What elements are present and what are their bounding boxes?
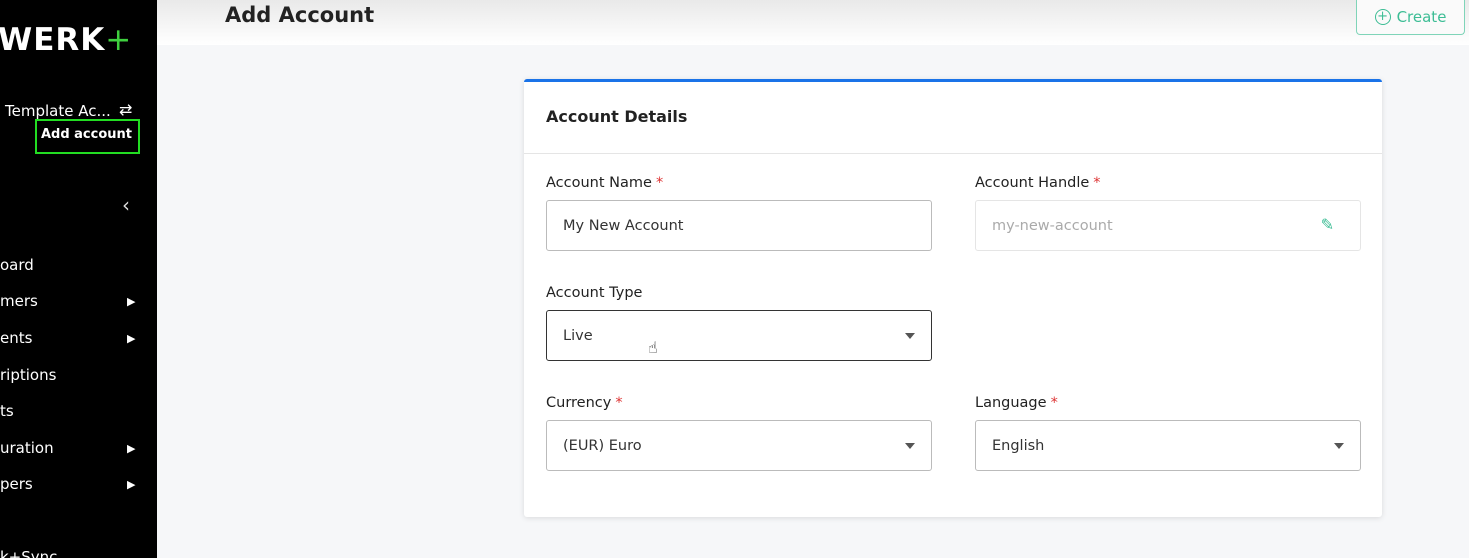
add-account-link[interactable]: Add account [35,119,140,154]
collapse-chevron-icon[interactable]: ‹ [122,193,130,217]
sidebar-item-reports[interactable]: ts [0,402,14,420]
caret-right-icon: ▶ [127,442,136,455]
sidebar-item-dashboard[interactable]: oard [0,256,34,274]
account-type-select[interactable]: Live [546,310,932,361]
page-header: Add Account + Create [157,0,1469,45]
account-switcher-name[interactable]: Template Ac... [5,102,111,120]
account-name-label: Account Name * [546,175,664,191]
caret-right-icon: ▶ [127,295,136,308]
account-handle-label: Account Handle * [975,175,1101,191]
plus-circle-icon: + [1374,9,1391,25]
card-title: Account Details [524,82,1382,154]
sidebar-item-configuration[interactable]: uration [0,439,54,457]
hand-cursor-icon: ☝ [648,338,658,357]
sidebar-item-subscriptions[interactable]: riptions [0,366,56,384]
caret-right-icon: ▶ [127,478,136,491]
logo: WERK+ [0,22,133,58]
pencil-edit-icon[interactable]: ✎ [1321,215,1334,234]
sidebar: WERK+ Template Ac... ⇄ Add account ‹ oar… [0,0,157,558]
sidebar-item-customers[interactable]: mers [0,292,38,310]
account-type-label: Account Type [546,285,643,301]
currency-label: Currency * [546,395,623,411]
language-select[interactable]: English [975,420,1361,471]
sidebar-item-developers[interactable]: pers [0,475,33,493]
sidebar-item-sync[interactable]: k+Sync [0,548,57,558]
caret-right-icon: ▶ [127,332,136,345]
account-handle-input[interactable]: my-new-account ✎ [975,200,1361,251]
swap-icon[interactable]: ⇄ [119,100,132,119]
language-label: Language * [975,395,1058,411]
dropdown-arrow-icon [905,443,915,449]
account-name-input[interactable]: My New Account [546,200,932,251]
page-title: Add Account [225,3,375,27]
currency-select[interactable]: (EUR) Euro [546,420,932,471]
sidebar-item-payments[interactable]: ents [0,329,32,347]
dropdown-arrow-icon [1334,443,1344,449]
dropdown-arrow-icon [905,333,915,339]
create-button[interactable]: + Create [1356,0,1465,35]
